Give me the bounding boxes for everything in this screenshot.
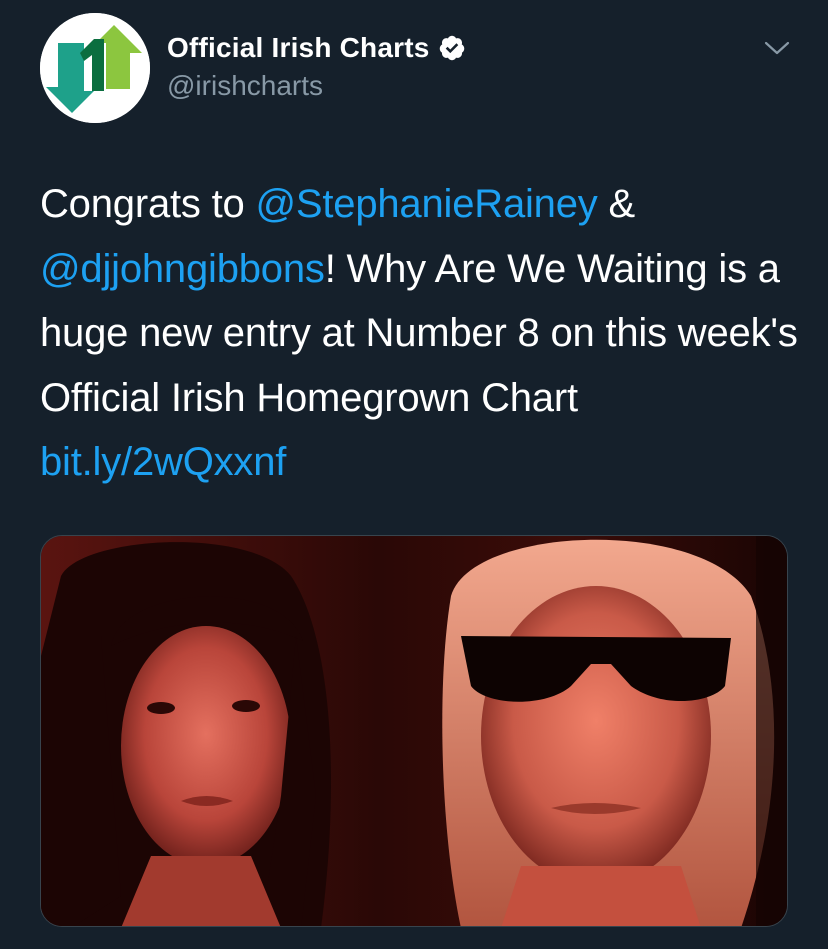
irish-charts-logo-icon (40, 13, 150, 123)
mention-djjohngibbons[interactable]: @djjohngibbons (40, 247, 325, 291)
tweet-card: Official Irish Charts @irishcharts Congr… (0, 0, 828, 949)
tweet-text-segment: & (597, 182, 635, 226)
display-name[interactable]: Official Irish Charts (167, 32, 430, 64)
tweet-link[interactable]: bit.ly/2wQxxnf (40, 440, 286, 484)
account-handle[interactable]: @irishcharts (167, 70, 323, 102)
verified-badge-icon (439, 35, 464, 61)
chevron-down-icon[interactable] (762, 36, 792, 60)
mention-stephanie-rainey[interactable]: @StephanieRainey (256, 182, 598, 226)
author-name-row: Official Irish Charts (167, 28, 466, 68)
tweet-text: Congrats to @StephanieRainey & @djjohngi… (40, 172, 800, 495)
photo-two-people-red-tint (41, 536, 787, 926)
avatar[interactable] (40, 13, 150, 123)
tweet-text-segment: Congrats to (40, 182, 256, 226)
tweet-photo[interactable] (40, 535, 788, 927)
